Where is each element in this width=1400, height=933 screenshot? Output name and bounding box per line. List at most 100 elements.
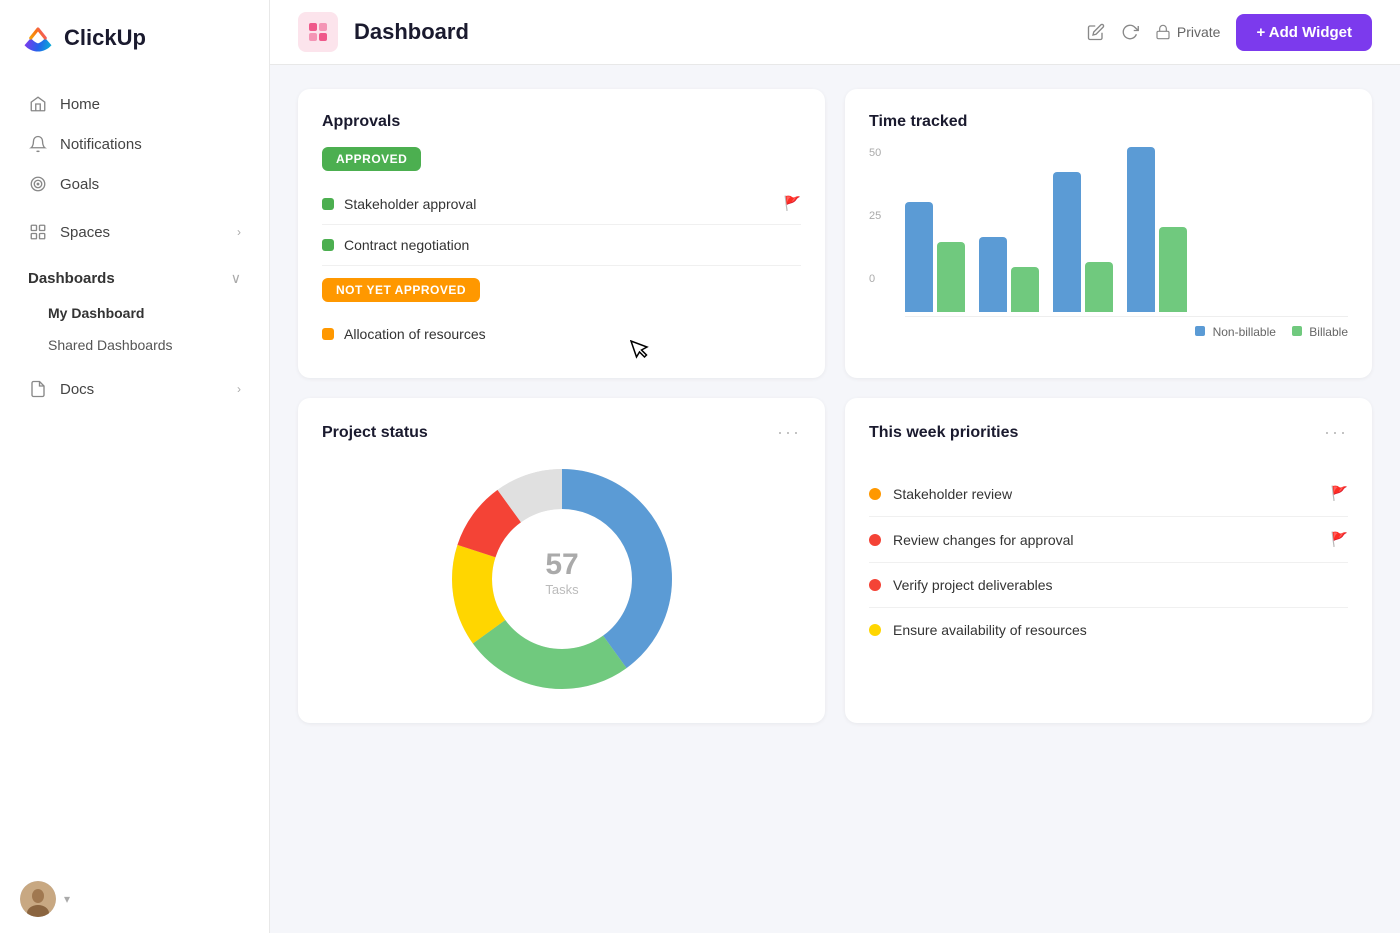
approvals-widget: Approvals APPROVED Stakeholder approval … (298, 89, 825, 378)
y-label-50: 50 (869, 147, 881, 159)
priority-dot-red-2 (869, 579, 881, 591)
priorities-header: This week priorities ··· (869, 422, 1348, 443)
sidebar-item-goals[interactable]: Goals (8, 164, 261, 204)
avatar-chevron-icon[interactable]: ▾ (64, 892, 70, 906)
bar-nonbillable-1 (905, 202, 933, 312)
page-title: Dashboard (354, 19, 1071, 45)
project-status-widget: Project status ··· (298, 398, 825, 723)
bar-nonbillable-4 (1127, 147, 1155, 312)
time-tracked-widget: Time tracked 50 25 0 (845, 89, 1372, 378)
bar-nonbillable-2 (979, 237, 1007, 312)
project-status-header: Project status ··· (322, 422, 801, 443)
priority-item-verify-deliverables[interactable]: Verify project deliverables (869, 563, 1348, 608)
not-approved-badge: NOT YET APPROVED (322, 278, 480, 302)
topbar: Dashboard Private (270, 0, 1400, 65)
flag-icon-2: 🚩 (1331, 531, 1348, 548)
legend-billable: Billable (1292, 325, 1348, 339)
dashboard-icon (298, 12, 338, 52)
approval-label-allocation: Allocation of resources (344, 326, 801, 342)
not-approved-dot (322, 328, 334, 340)
y-label-0: 0 (869, 273, 881, 285)
approval-label-stakeholder: Stakeholder approval (344, 196, 774, 212)
bar-billable-1 (937, 242, 965, 312)
priority-label-ensure-availability: Ensure availability of resources (893, 622, 1348, 638)
goals-icon (28, 174, 48, 194)
priority-dot-red-1 (869, 534, 881, 546)
flag-icon-1: 🚩 (1331, 485, 1348, 502)
main-content: Dashboard Private (270, 0, 1400, 933)
bar-billable-2 (1011, 267, 1039, 312)
spaces-icon (28, 222, 48, 242)
sidebar-spaces-label: Spaces (60, 224, 225, 241)
sidebar-docs-label: Docs (60, 381, 225, 398)
donut-chart: 57 Tasks (442, 459, 682, 699)
sidebar-item-shared-dashboards[interactable]: Shared Dashboards (8, 329, 261, 361)
nav-items: Home Notifications Goals (0, 76, 269, 417)
bar-nonbillable-3 (1053, 172, 1081, 312)
priorities-widget: This week priorities ··· Stakeholder rev… (845, 398, 1372, 723)
private-label: Private (1177, 24, 1221, 40)
refresh-button[interactable] (1121, 23, 1139, 41)
sidebar: ClickUp Home Notifications (0, 0, 270, 933)
priority-dot-orange (869, 488, 881, 500)
add-widget-button[interactable]: + Add Widget (1236, 14, 1372, 51)
approved-dot (322, 198, 334, 210)
bar-group-2 (979, 237, 1039, 312)
time-tracked-title: Time tracked (869, 113, 1348, 131)
avatar[interactable] (20, 881, 56, 917)
bell-icon (28, 134, 48, 154)
sidebar-item-my-dashboard[interactable]: My Dashboard (8, 297, 261, 329)
priorities-title: This week priorities (869, 424, 1018, 442)
priority-label-verify-deliverables: Verify project deliverables (893, 577, 1348, 593)
svg-text:Tasks: Tasks (545, 582, 579, 597)
legend-dot-nonbillable (1195, 326, 1205, 336)
sidebar-item-docs[interactable]: Docs › (8, 369, 261, 409)
shared-dashboards-label: Shared Dashboards (48, 337, 173, 353)
approvals-title: Approvals (322, 113, 801, 131)
priorities-menu-button[interactable]: ··· (1324, 422, 1348, 443)
docs-icon (28, 379, 48, 399)
sidebar-item-spaces[interactable]: Spaces › (8, 212, 261, 252)
approved-badge: APPROVED (322, 147, 421, 171)
approved-dot-2 (322, 239, 334, 251)
sidebar-item-home-label: Home (60, 96, 241, 113)
approval-item-allocation[interactable]: Allocation of resources (322, 314, 801, 354)
flag-icon: 🚩 (784, 195, 801, 212)
sidebar-item-dashboards[interactable]: Dashboards ∨ (8, 260, 261, 297)
approval-label-contract: Contract negotiation (344, 237, 801, 253)
sidebar-item-goals-label: Goals (60, 176, 241, 193)
private-indicator: Private (1155, 24, 1221, 40)
bar-group-3 (1053, 172, 1113, 312)
donut-container: 57 Tasks (322, 459, 801, 699)
priority-item-ensure-availability[interactable]: Ensure availability of resources (869, 608, 1348, 652)
sidebar-item-notifications-label: Notifications (60, 136, 241, 153)
clickup-logo-icon (20, 20, 56, 56)
logo-area: ClickUp (0, 0, 269, 76)
widgets-grid: Approvals APPROVED Stakeholder approval … (298, 89, 1372, 723)
priority-label-stakeholder-review: Stakeholder review (893, 486, 1319, 502)
priority-item-stakeholder-review[interactable]: Stakeholder review 🚩 (869, 471, 1348, 517)
approval-item-contract[interactable]: Contract negotiation (322, 225, 801, 266)
chart-legend: Non-billable Billable (869, 325, 1348, 339)
dashboard-content: Approvals APPROVED Stakeholder approval … (270, 65, 1400, 933)
edit-button[interactable] (1087, 23, 1105, 41)
spaces-chevron-icon: › (237, 225, 241, 239)
bar-billable-3 (1085, 262, 1113, 312)
legend-dot-billable (1292, 326, 1302, 336)
sidebar-item-notifications[interactable]: Notifications (8, 124, 261, 164)
project-status-menu-button[interactable]: ··· (777, 422, 801, 443)
sidebar-item-home[interactable]: Home (8, 84, 261, 124)
bar-group-4 (1127, 147, 1187, 312)
approval-item-stakeholder[interactable]: Stakeholder approval 🚩 (322, 183, 801, 225)
priority-item-review-changes[interactable]: Review changes for approval 🚩 (869, 517, 1348, 563)
project-status-title: Project status (322, 424, 428, 442)
my-dashboard-label: My Dashboard (48, 305, 144, 321)
bar-group-1 (905, 202, 965, 312)
y-label-25: 25 (869, 210, 881, 222)
priority-dot-yellow (869, 624, 881, 636)
sidebar-dashboards-label: Dashboards (28, 270, 231, 287)
dashboards-chevron-icon: ∨ (231, 270, 241, 287)
sidebar-bottom: ▾ (0, 865, 269, 933)
home-icon (28, 94, 48, 114)
bar-billable-4 (1159, 227, 1187, 312)
